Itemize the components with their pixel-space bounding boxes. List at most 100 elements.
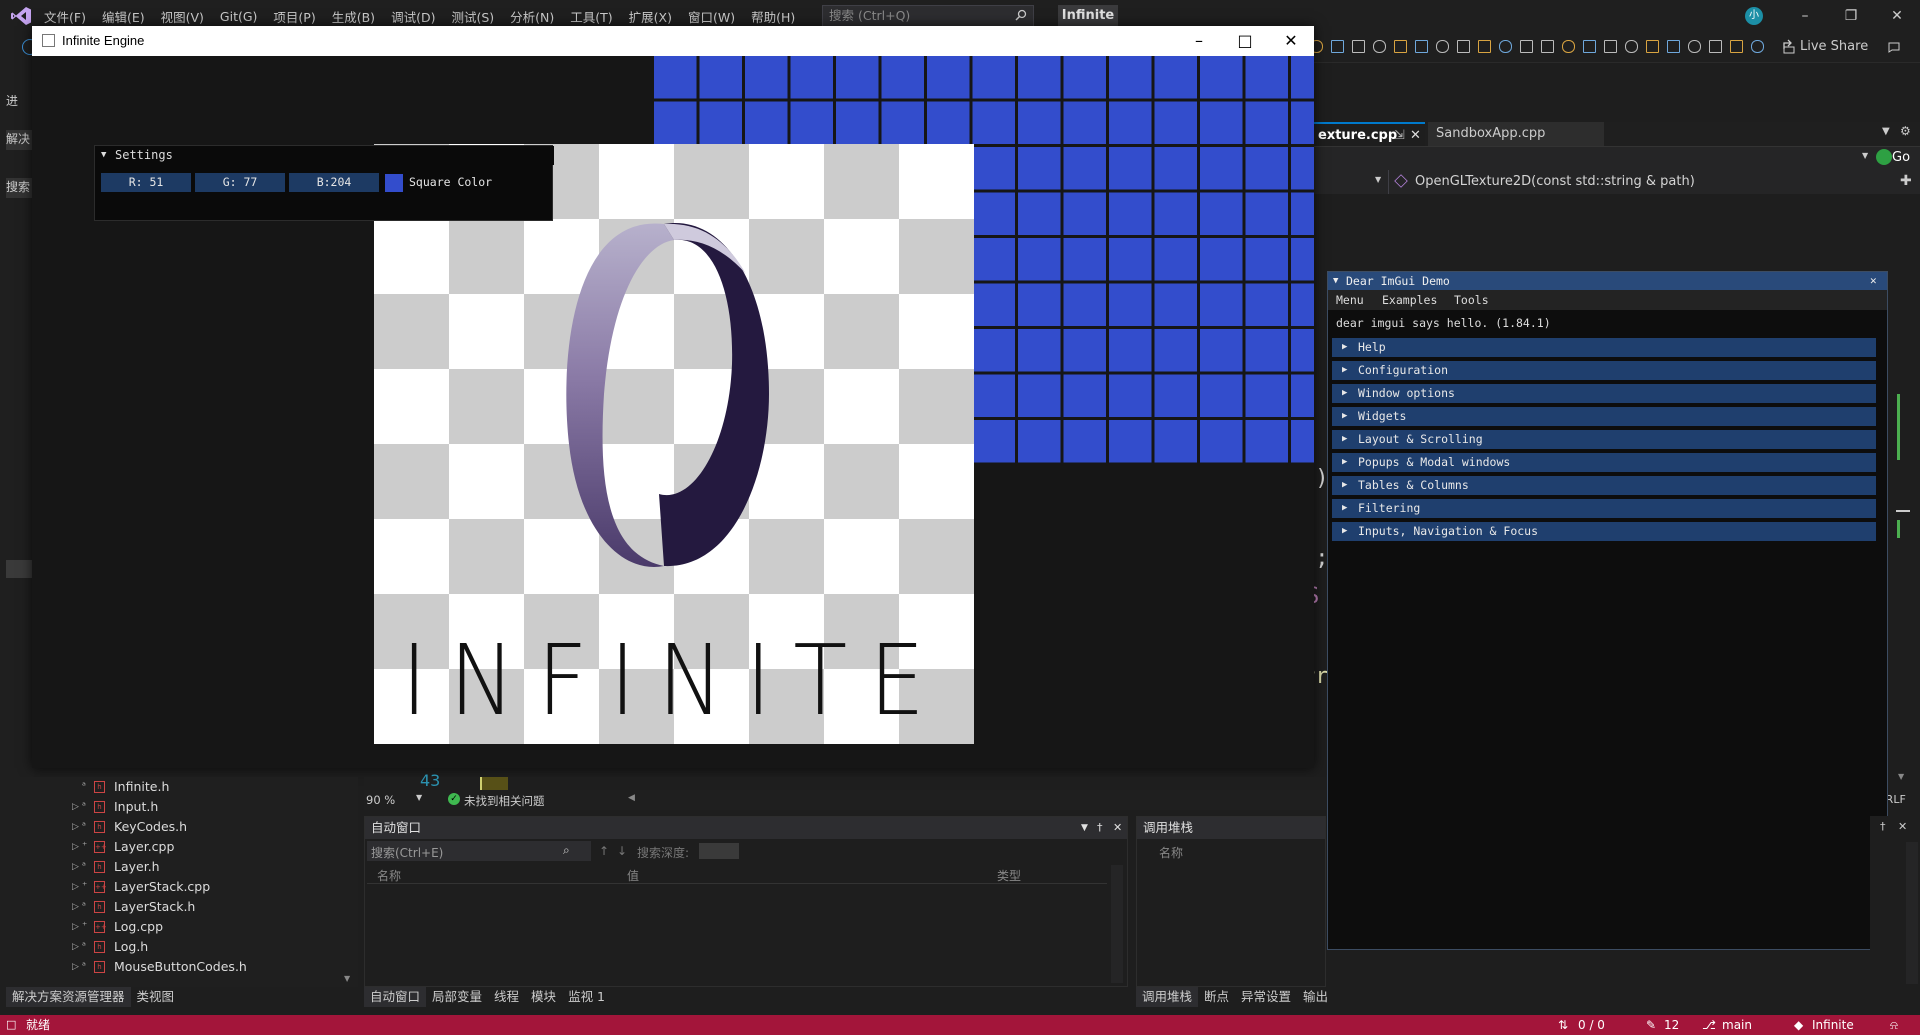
search-icon[interactable]: ⌕ [563, 843, 570, 858]
engine-titlebar[interactable]: Infinite Engine – □ ✕ [32, 26, 1314, 56]
notification-bell-icon[interactable]: ⍾ [1890, 1015, 1898, 1035]
issues-status[interactable]: 未找到相关问题 [464, 793, 545, 809]
engine-minimize-button[interactable]: – [1176, 26, 1222, 56]
column-header-type[interactable]: 类型 [997, 867, 1021, 884]
member-dropdown[interactable]: OpenGLTexture2D(const std::string & path… [1388, 170, 1889, 194]
tab-class-view[interactable]: 类视图 [131, 987, 181, 1007]
expand-arrow-icon[interactable]: ▷ [72, 797, 82, 817]
demo-menu-menu[interactable]: Menu [1336, 290, 1364, 310]
toolbar-button-icon[interactable] [1604, 40, 1617, 53]
tab-sandboxapp-cpp[interactable]: SandboxApp.cpp [1428, 122, 1604, 146]
demo-titlebar[interactable]: ▼ Dear ImGui Demo ✕ [1328, 272, 1887, 290]
close-icon[interactable]: ✕ [1113, 817, 1122, 839]
vs-menu-item[interactable]: 工具(T) [562, 7, 620, 26]
tab-exception-settings[interactable]: 异常设置 [1235, 987, 1297, 1007]
toolbar-button-icon[interactable] [1583, 40, 1596, 53]
vs-restore-button[interactable]: ❐ [1828, 0, 1874, 32]
close-icon[interactable]: ✕ [1870, 272, 1877, 290]
vs-menu-item[interactable]: 调试(D) [383, 7, 443, 26]
collapse-triangle-icon[interactable]: ▼ [101, 146, 106, 165]
gear-icon[interactable]: ⚙ [1900, 124, 1911, 138]
expand-arrow-icon[interactable]: ▷ [72, 957, 82, 977]
toolbar-button-icon[interactable] [1478, 40, 1491, 53]
pin-icon[interactable]: † [1097, 817, 1103, 839]
vs-search-box[interactable]: 搜索 (Ctrl+Q) [822, 5, 1034, 27]
tab-solution-explorer[interactable]: 解决方案资源管理器 [6, 987, 131, 1007]
feedback-icon[interactable] [1886, 39, 1902, 55]
search-down-icon[interactable]: ↓ [617, 844, 627, 858]
toolbar-button-icon[interactable] [1331, 40, 1344, 53]
expand-arrow-icon[interactable]: ▷ [72, 837, 82, 857]
close-icon[interactable]: ✕ [1898, 820, 1907, 833]
demo-collapsing-header[interactable]: ▶ Inputs, Navigation & Focus [1332, 522, 1876, 541]
expand-arrow-icon[interactable]: ▷ [72, 817, 82, 837]
collapse-triangle-icon[interactable]: ▼ [1333, 272, 1338, 290]
editor-vertical-scrollbar[interactable]: ▼ [1896, 194, 1910, 784]
vs-menu-item[interactable]: Git(G) [212, 9, 266, 24]
toolbar-button-icon[interactable] [1352, 40, 1365, 53]
toolbar-button-icon[interactable] [1562, 40, 1575, 53]
toolbar-button-icon[interactable] [1541, 40, 1554, 53]
zoom-level[interactable]: 90 % [366, 793, 395, 807]
toolbar-button-icon[interactable] [1646, 40, 1659, 53]
vs-menu-item[interactable]: 视图(V) [153, 7, 212, 26]
settings-titlebar[interactable]: ▼ Settings [95, 146, 554, 165]
chevron-down-icon[interactable]: ▼ [1375, 175, 1381, 184]
pin-icon[interactable]: ⇲ [1394, 124, 1405, 148]
scroll-left-icon[interactable]: ◀ [628, 793, 635, 803]
expand-arrow-icon[interactable]: ▷ [72, 857, 82, 877]
demo-collapsing-header[interactable]: ▶ Filtering [1332, 499, 1876, 518]
expand-arrow-icon[interactable]: ▷ [72, 897, 82, 917]
engine-close-button[interactable]: ✕ [1268, 26, 1314, 56]
tab-texture-cpp[interactable]: exture.cpp ⇲ ✕ [1310, 122, 1425, 146]
left-strip-item[interactable]: 搜索 [6, 178, 32, 198]
tab-threads[interactable]: 线程 [488, 987, 525, 1007]
demo-collapsing-header[interactable]: ▶ Tables & Columns [1332, 476, 1876, 495]
callstack-scrollbar[interactable] [1906, 842, 1918, 984]
vs-menu-item[interactable]: 测试(S) [443, 7, 502, 26]
column-header-value[interactable]: 值 [627, 867, 639, 884]
chevron-down-icon[interactable]: ▼ [1862, 151, 1868, 160]
account-avatar[interactable]: 小 [1745, 7, 1763, 25]
demo-menu-tools[interactable]: Tools [1454, 290, 1489, 310]
toolbar-button-icon[interactable] [1520, 40, 1533, 53]
toolbar-button-icon[interactable] [1667, 40, 1680, 53]
red-channel-input[interactable]: R: 51 [101, 173, 191, 192]
demo-menu-examples[interactable]: Examples [1382, 290, 1437, 310]
vs-close-button[interactable]: ✕ [1874, 0, 1920, 32]
search-depth-dropdown[interactable] [699, 843, 739, 859]
toolbar-button-icon[interactable] [1373, 40, 1386, 53]
green-channel-input[interactable]: G: 77 [195, 173, 285, 192]
scroll-down-icon[interactable]: ▼ [1898, 772, 1904, 781]
vs-menu-item[interactable]: 分析(N) [502, 7, 562, 26]
toolbar-button-icon[interactable] [1709, 40, 1722, 53]
autos-search-input[interactable]: 搜索(Ctrl+E) ⌕ [367, 841, 591, 861]
output-window-icon[interactable]: □ [6, 1015, 16, 1035]
pending-edits-count[interactable]: 12 [1664, 1015, 1679, 1035]
toolbar-button-icon[interactable] [1751, 40, 1764, 53]
tab-output[interactable]: 输出 [1297, 987, 1334, 1007]
vs-menu-item[interactable]: 编辑(E) [94, 7, 153, 26]
vs-minimize-button[interactable]: – [1782, 0, 1828, 32]
chevron-down-icon[interactable]: ▼ [1081, 817, 1088, 839]
expand-arrow-icon[interactable]: ▷ [72, 917, 82, 937]
live-share-label[interactable]: Live Share [1800, 39, 1868, 54]
vs-menu-item[interactable]: 项目(P) [265, 7, 323, 26]
tab-dropdown-icon[interactable]: ▼ [1882, 126, 1890, 137]
vs-menu-item[interactable]: 扩展(X) [621, 7, 680, 26]
expand-arrow-icon[interactable]: ▷ [72, 937, 82, 957]
tab-breakpoints[interactable]: 断点 [1198, 987, 1235, 1007]
column-header-name[interactable]: 名称 [1159, 844, 1183, 861]
tab-watch-1[interactable]: 监视 1 [562, 987, 611, 1007]
vs-menu-item[interactable]: 文件(F) [36, 7, 94, 26]
toolbar-button-icon[interactable] [1415, 40, 1428, 53]
left-strip-item[interactable]: 进 [6, 92, 32, 112]
go-label[interactable]: Go [1892, 150, 1910, 165]
tab-autos[interactable]: 自动窗口 [364, 987, 427, 1007]
tab-modules[interactable]: 模块 [525, 987, 562, 1007]
close-icon[interactable]: ✕ [1410, 124, 1421, 148]
engine-viewport[interactable]: INFINITE ▼ Settings R: 51 G: 77 B:204 Sq… [32, 56, 1314, 768]
pin-icon[interactable]: † [1880, 820, 1886, 833]
demo-collapsing-header[interactable]: ▶ Widgets [1332, 407, 1876, 426]
tab-locals[interactable]: 局部变量 [426, 987, 488, 1007]
